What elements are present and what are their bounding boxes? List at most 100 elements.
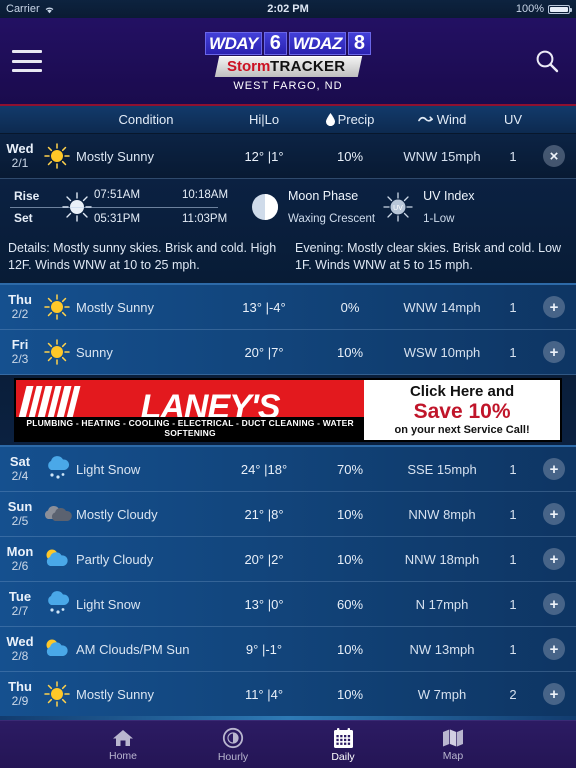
collapse-button[interactable]: × <box>543 145 565 167</box>
row-precip: 10% <box>336 551 364 567</box>
row-day-date: 2/9 <box>11 694 29 708</box>
row-day-name: Thu <box>8 679 32 694</box>
sunny-icon <box>40 294 74 320</box>
row-wind: WNW 15mph <box>403 148 481 164</box>
ad-brand-panel: LANEY'S PLUMBING - HEATING - COOLING - E… <box>16 380 365 440</box>
uv-index-text: UV Index 1-Low <box>423 187 474 227</box>
expand-button[interactable]: + <box>543 341 565 363</box>
row-condition: Mostly Cloudy <box>76 506 158 522</box>
sunrise-time: 07:51AM <box>94 188 141 201</box>
row-action[interactable]: + <box>532 341 576 363</box>
row-temperature: 13° |0° <box>244 596 284 612</box>
sunny-icon <box>40 339 74 365</box>
status-carrier: Carrier <box>6 3 55 15</box>
expand-button[interactable]: + <box>543 503 565 525</box>
row-uv: 1 <box>509 506 517 522</box>
row-day: Mon 2/6 <box>0 545 40 574</box>
row-uv: 1 <box>509 596 517 612</box>
row-wind: N 17mph <box>415 596 469 612</box>
clock-icon <box>222 727 244 748</box>
header-uv: UV <box>503 112 523 127</box>
laneys-ad-banner[interactable]: LANEY'S PLUMBING - HEATING - COOLING - E… <box>14 378 562 442</box>
wifi-icon <box>45 7 54 13</box>
row-day-date: 2/8 <box>11 649 29 663</box>
carrier-label: Carrier <box>6 3 40 15</box>
droplet-icon <box>325 113 335 126</box>
table-row[interactable]: Thu 2/9 Mostly Sunny 11° |4° 10% W 7mph <box>0 672 576 716</box>
rise-label: Rise <box>14 188 40 203</box>
table-row[interactable]: Wed 2/8 AM Clouds/PM Sun 9° |-1° 10% NW … <box>0 627 576 672</box>
advertisement-container[interactable]: LANEY'S PLUMBING - HEATING - COOLING - E… <box>0 375 576 447</box>
row-action[interactable]: + <box>532 503 576 525</box>
expand-button[interactable]: + <box>543 458 565 480</box>
row-action[interactable]: + <box>532 593 576 615</box>
row-action[interactable]: + <box>532 296 576 318</box>
tab-daily[interactable]: Daily <box>306 727 380 763</box>
search-icon[interactable] <box>534 48 560 74</box>
tab-home-label: Home <box>108 749 137 762</box>
row-precip: 70% <box>336 461 364 477</box>
row-temperature: 9° |-1° <box>245 641 283 657</box>
expand-button[interactable]: + <box>543 683 565 705</box>
expand-button[interactable]: + <box>543 548 565 570</box>
bottom-tab-bar: Home Hourly Daily Map <box>0 720 576 768</box>
cloudy-icon <box>40 501 74 527</box>
hamburger-menu-icon[interactable] <box>12 50 42 72</box>
row-temperature: 12° |1° <box>244 148 284 164</box>
row-day: Thu 2/9 <box>0 679 40 709</box>
row-day-date: 2/4 <box>11 469 29 483</box>
table-row[interactable]: Wed 2/1 Mostly Sunny 12° |1° 10% WNW 15m… <box>0 134 576 179</box>
tab-map[interactable]: Map <box>416 728 490 762</box>
row-condition: Mostly Sunny <box>76 148 155 164</box>
tab-hourly[interactable]: Hourly <box>196 727 270 763</box>
row-day-name: Sun <box>7 499 33 514</box>
astronomy-divider <box>10 206 218 208</box>
table-row[interactable]: Fri 2/3 Sunny 20° |7° 10% WSW 10mph 1 + <box>0 330 576 375</box>
table-row[interactable]: Thu 2/2 Mostly Sunny 13° |-4° 0% WNW 14m… <box>0 285 576 330</box>
row-action[interactable]: + <box>532 638 576 660</box>
logo-boxes: WDAY 6 WDAZ 8 <box>205 32 371 55</box>
moon-phase-text: Moon Phase Waxing Crescent <box>288 187 375 227</box>
row-precip: 10% <box>336 344 364 360</box>
tab-map-label: Map <box>442 749 464 762</box>
tab-home[interactable]: Home <box>86 728 160 762</box>
expand-button[interactable]: + <box>543 296 565 318</box>
row-day: Thu 2/2 <box>0 292 40 322</box>
set-label: Set <box>14 210 33 225</box>
header-condition: Condition <box>118 112 174 127</box>
logo-wday: WDAY <box>205 32 262 55</box>
row-day-name: Thu <box>8 292 32 307</box>
details-evening: Evening: Mostly clear skies. Brisk and c… <box>295 241 562 272</box>
row-day-date: 2/1 <box>11 156 29 170</box>
row-day-date: 2/2 <box>11 307 29 321</box>
moonrise-time: 10:18AM <box>182 188 229 201</box>
row-action[interactable]: + <box>532 458 576 480</box>
table-row[interactable]: Sun 2/5 Mostly Cloudy 21° |8° 10% NNW 8m… <box>0 492 576 537</box>
row-uv: 1 <box>509 551 517 567</box>
stormtracker-banner: StormTRACKER <box>214 56 362 77</box>
table-row[interactable]: Mon 2/6 Partly Cloudy 20° |2° 10% NNW 18… <box>0 537 576 582</box>
row-action[interactable]: + <box>532 683 576 705</box>
table-row[interactable]: Tue 2/7 Light Snow 13° |0° 60% N 17mph 1… <box>0 582 576 627</box>
wind-icon <box>417 116 433 122</box>
moon-phase-value: Waxing Crescent <box>288 212 376 225</box>
expand-button[interactable]: + <box>543 638 565 660</box>
row-action[interactable]: + <box>532 548 576 570</box>
row-day-name: Wed <box>6 634 34 649</box>
tab-hourly-label: Hourly <box>217 750 249 763</box>
row-condition: Partly Cloudy <box>76 551 154 567</box>
expand-button[interactable]: + <box>543 593 565 615</box>
uv-sun-icon: UV <box>383 191 413 222</box>
forecast-description: Details: Mostly sunny skies. Brisk and c… <box>0 234 576 283</box>
expanded-detail-panel: Rise Set 07:51AM 05:31PM 10:18AM 11:03PM… <box>0 179 576 285</box>
table-row[interactable]: Sat 2/4 Light Snow 24° |18° 70% SSE 15mp… <box>0 447 576 492</box>
uv-index-block: UV UV Index 1-Low <box>381 187 475 227</box>
row-uv: 1 <box>509 148 517 164</box>
row-day-date: 2/6 <box>11 559 29 573</box>
storm-word: Storm <box>226 58 270 75</box>
snow-icon <box>40 456 74 482</box>
ad-offer-panel[interactable]: Click Here and Save 10% on your next Ser… <box>364 380 560 440</box>
row-precip: 10% <box>336 641 364 657</box>
row-action[interactable]: × <box>532 145 576 167</box>
moonset-time: 11:03PM <box>182 212 228 225</box>
